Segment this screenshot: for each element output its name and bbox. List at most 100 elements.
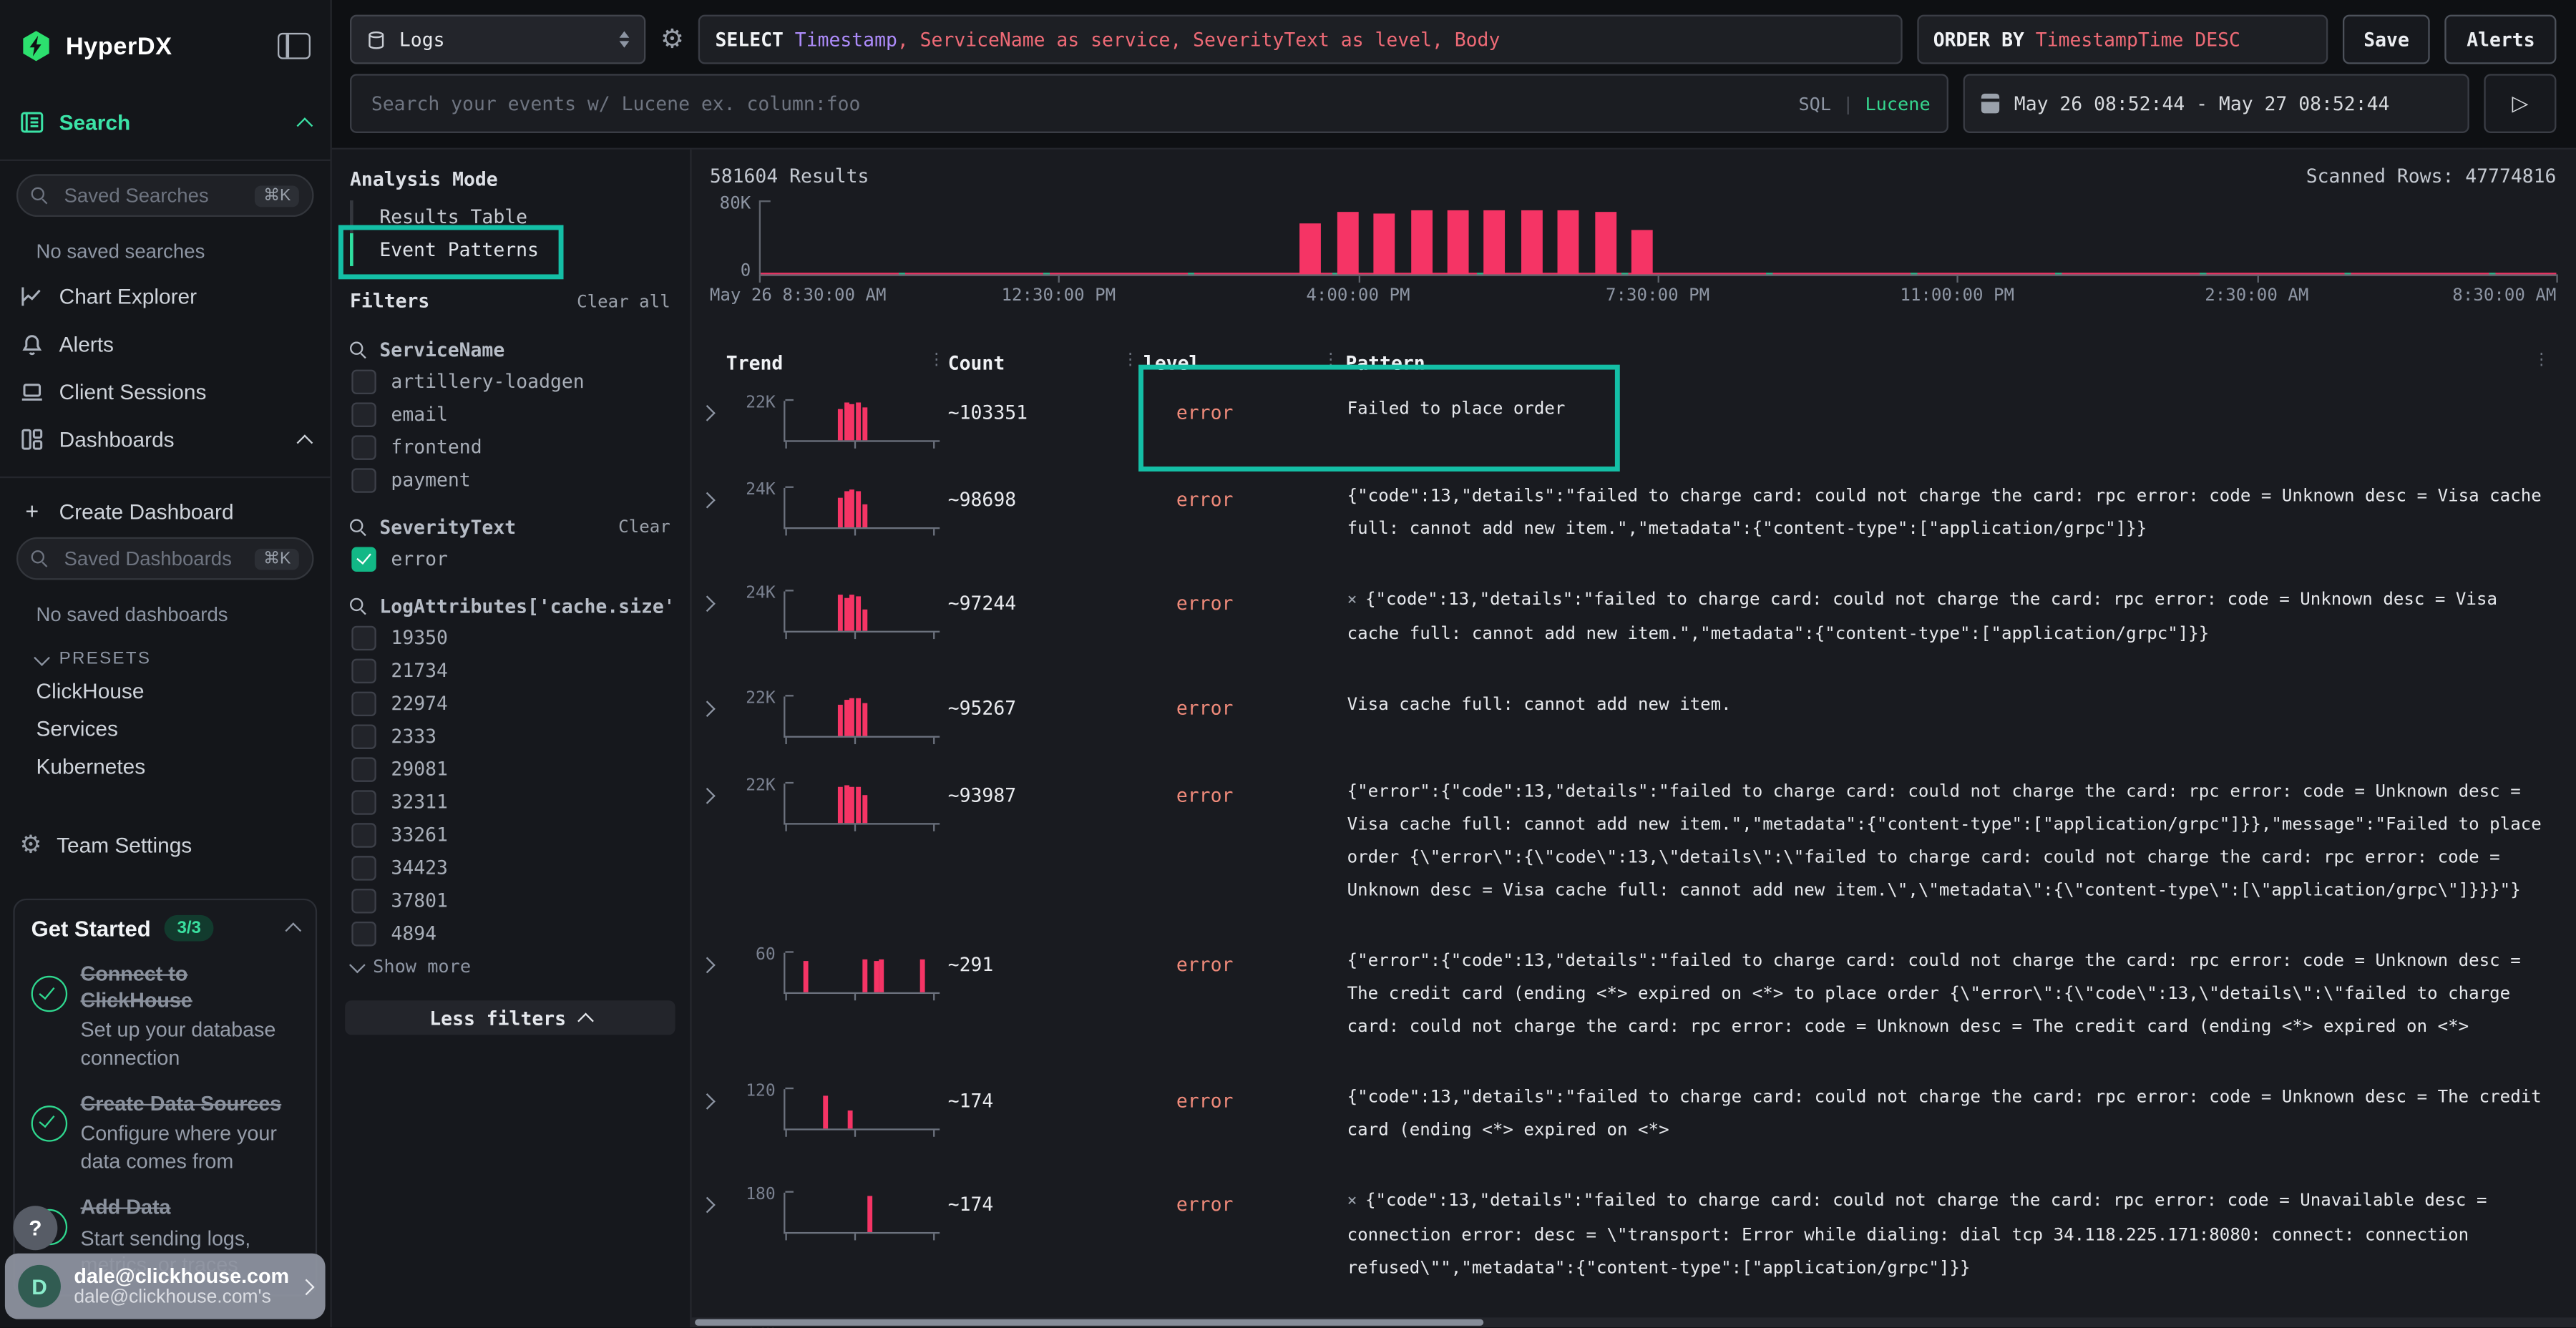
checkbox[interactable] <box>351 434 376 459</box>
source-select[interactable]: Logs <box>350 15 645 64</box>
row-expand-icon[interactable] <box>699 788 716 804</box>
histogram-bar[interactable] <box>1558 210 1579 274</box>
less-filters-button[interactable]: Less filters <box>345 1000 675 1035</box>
histogram-bar[interactable] <box>1447 210 1468 274</box>
filter-checkbox-row[interactable]: 37801 <box>330 884 690 917</box>
scrollbar-thumb[interactable] <box>695 1319 1483 1326</box>
row-expand-icon[interactable] <box>699 595 716 612</box>
histogram-bar[interactable] <box>1631 230 1653 274</box>
table-row[interactable]: 120~174error{"code":13,"details":"failed… <box>696 1086 2576 1147</box>
filter-checkbox-row[interactable]: artillery-loadgen <box>330 365 690 398</box>
alerts-button[interactable]: Alerts <box>2445 15 2556 64</box>
sidebar-item-chart-explorer[interactable]: Chart Explorer <box>0 273 330 321</box>
checkbox-checked[interactable] <box>351 546 376 570</box>
filter-checkbox-row[interactable]: 32311 <box>330 785 690 818</box>
row-expand-icon[interactable] <box>699 1197 716 1214</box>
create-dashboard-button[interactable]: + Create Dashboard <box>0 491 330 530</box>
histogram-bar[interactable] <box>1299 223 1321 274</box>
filter-checkbox-row[interactable]: 22974 <box>330 687 690 720</box>
checkbox[interactable] <box>351 855 376 879</box>
time-range-picker[interactable]: May 26 08:52:44 - May 27 08:52:44 <box>1963 74 2469 133</box>
table-row[interactable]: 24K~97244error×{"code":13,"details":"fai… <box>696 588 2576 650</box>
row-expand-icon[interactable] <box>699 1093 716 1110</box>
search-icon[interactable] <box>350 597 368 615</box>
checkbox[interactable] <box>351 789 376 814</box>
save-button[interactable]: Save <box>2342 15 2430 64</box>
lucene-toggle[interactable]: Lucene <box>1865 93 1930 114</box>
table-row[interactable]: 22K~103351errorFailed to place order <box>696 398 2576 442</box>
checkbox[interactable] <box>351 625 376 650</box>
row-expand-icon[interactable] <box>699 957 716 973</box>
filter-checkbox-row[interactable]: 2333 <box>330 720 690 753</box>
row-expand-icon[interactable] <box>699 405 716 421</box>
get-started-item[interactable]: Create Data Sources Configure where your… <box>31 1092 299 1174</box>
sidebar-item-team-settings[interactable]: ⚙ Team Settings <box>0 821 330 869</box>
checkbox[interactable] <box>351 467 376 492</box>
event-search-field[interactable] <box>368 90 1785 117</box>
saved-searches-field[interactable] <box>61 182 244 209</box>
checkbox[interactable] <box>351 723 376 748</box>
run-query-button[interactable]: ▷ <box>2484 74 2556 133</box>
get-started-header[interactable]: Get Started 3/3 <box>31 915 299 942</box>
row-expand-icon[interactable] <box>699 492 716 509</box>
checkbox[interactable] <box>351 690 376 715</box>
preset-services[interactable]: Services <box>0 710 330 748</box>
sidebar-item-client-sessions[interactable]: Client Sessions <box>0 368 330 416</box>
filter-checkbox-row[interactable]: 4894 <box>330 917 690 949</box>
mode-event-patterns[interactable]: Event Patterns <box>353 233 691 266</box>
saved-dashboards-input[interactable]: ⌘K <box>16 537 314 580</box>
saved-searches-input[interactable]: ⌘K <box>16 174 314 217</box>
get-started-item[interactable]: Connect to ClickHouse Set up your databa… <box>31 962 299 1070</box>
table-row[interactable]: 22K~95267errorVisa cache full: cannot ad… <box>696 693 2576 738</box>
mode-results-table[interactable]: Results Table <box>353 200 691 233</box>
checkbox[interactable] <box>351 401 376 426</box>
histogram-bar[interactable] <box>1596 212 1617 275</box>
source-settings-gear-icon[interactable]: ⚙ <box>660 26 684 53</box>
sidebar-collapse-icon[interactable] <box>278 33 311 59</box>
column-pattern[interactable]: ⋮Pattern⋮ <box>1342 351 2576 374</box>
exclude-x-icon[interactable]: × <box>1347 1193 1357 1211</box>
query-language-toggle[interactable]: SQL | Lucene <box>1798 93 1930 114</box>
filter-checkbox-row[interactable]: frontend <box>330 431 690 464</box>
saved-dashboards-field[interactable] <box>61 545 244 572</box>
preset-kubernetes[interactable]: Kubernetes <box>0 748 330 786</box>
show-more-button[interactable]: Show more <box>330 949 690 977</box>
checkbox[interactable] <box>351 921 376 945</box>
table-row[interactable]: 180~174error×{"code":13,"details":"faile… <box>696 1189 2576 1284</box>
histogram-bar[interactable] <box>1410 210 1432 274</box>
sidebar-item-alerts[interactable]: Alerts <box>0 321 330 368</box>
event-search-input[interactable]: SQL | Lucene <box>350 74 1948 133</box>
checkbox[interactable] <box>351 658 376 683</box>
sql-toggle[interactable]: SQL <box>1798 93 1831 114</box>
histogram-bar[interactable] <box>1522 210 1543 274</box>
table-row[interactable]: 60~291error{"error":{"code":13,"details"… <box>696 949 2576 1043</box>
select-clause-input[interactable]: SELECT Timestamp, ServiceName as service… <box>699 15 1903 64</box>
filter-clear-button[interactable]: Clear <box>618 517 670 537</box>
table-row[interactable]: 24K~98698error{"code":13,"details":"fail… <box>696 484 2576 545</box>
row-expand-icon[interactable] <box>699 700 716 717</box>
checkbox[interactable] <box>351 888 376 912</box>
exclude-x-icon[interactable]: × <box>1347 592 1357 610</box>
table-row[interactable]: 22K~93987error{"error":{"code":13,"detai… <box>696 781 2576 907</box>
column-trend[interactable]: Trend <box>726 351 948 374</box>
preset-clickhouse[interactable]: ClickHouse <box>0 672 330 710</box>
histogram-bar[interactable] <box>1337 212 1359 275</box>
order-by-input[interactable]: ORDER BY TimestampTime DESC <box>1917 15 2328 64</box>
checkbox[interactable] <box>351 756 376 781</box>
filter-checkbox-row[interactable]: 29081 <box>330 753 690 786</box>
filter-checkbox-row[interactable]: payment <box>330 463 690 496</box>
horizontal-scrollbar[interactable] <box>690 1317 2576 1327</box>
filter-checkbox-row[interactable]: email <box>330 398 690 431</box>
column-count[interactable]: ⋮Count <box>948 351 1142 374</box>
search-icon[interactable] <box>350 518 368 536</box>
filter-checkbox-row[interactable]: 34423 <box>330 851 690 884</box>
checkbox[interactable] <box>351 822 376 846</box>
histogram-bar[interactable] <box>1484 210 1506 274</box>
user-menu[interactable]: D dale@clickhouse.com dale@clickhouse.co… <box>5 1254 326 1319</box>
checkbox[interactable] <box>351 368 376 393</box>
column-level[interactable]: ⋮level <box>1142 351 1342 374</box>
filter-checkbox-row[interactable]: 21734 <box>330 654 690 687</box>
clear-all-button[interactable]: Clear all <box>577 293 670 313</box>
filter-checkbox-row[interactable]: 33261 <box>330 818 690 851</box>
presets-toggle[interactable]: PRESETS <box>0 636 330 673</box>
